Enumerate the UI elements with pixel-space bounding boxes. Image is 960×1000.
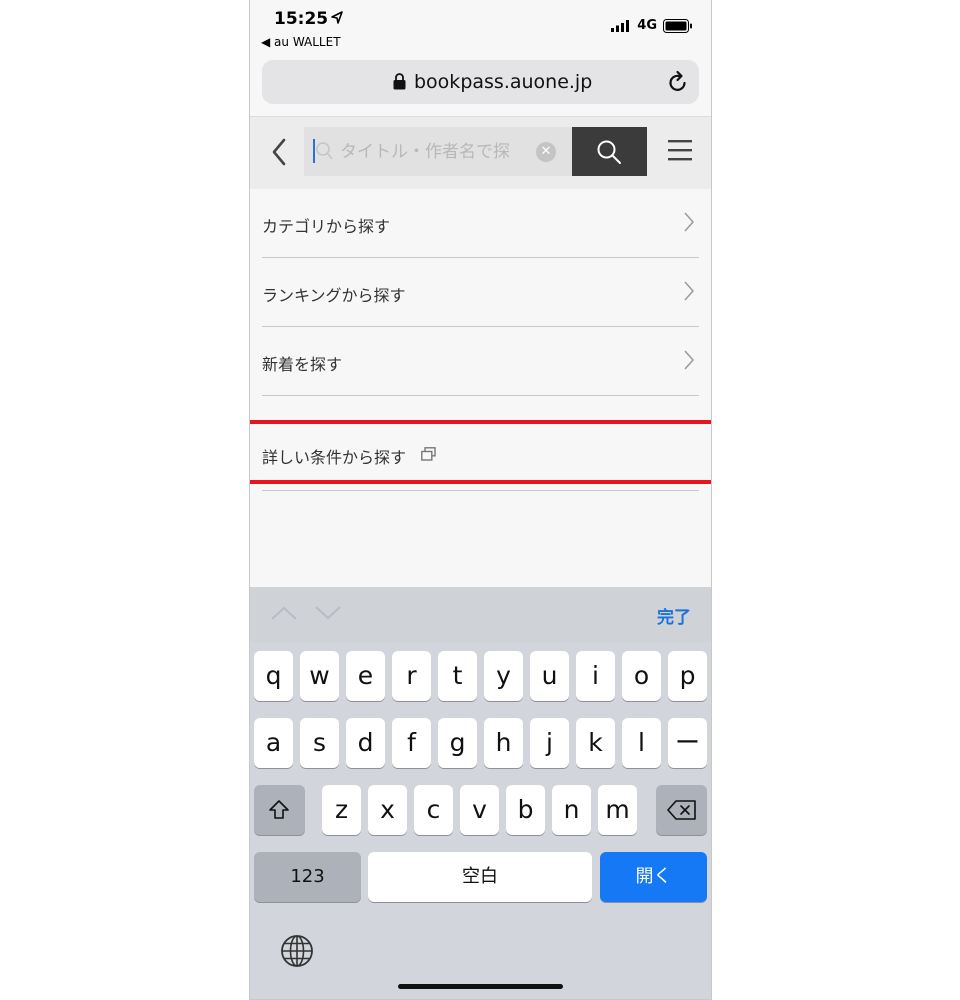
- key-r[interactable]: r: [392, 651, 431, 701]
- key-e[interactable]: e: [346, 651, 385, 701]
- advanced-search-section: 詳しい条件から探す: [250, 420, 711, 491]
- search-icon: [597, 140, 621, 164]
- key-o[interactable]: o: [622, 651, 661, 701]
- key-b[interactable]: b: [506, 785, 545, 835]
- delete-key[interactable]: [656, 785, 707, 835]
- network-label: 4G: [637, 18, 657, 33]
- key-u[interactable]: u: [530, 651, 569, 701]
- search-input[interactable]: [340, 139, 540, 165]
- key-a[interactable]: a: [254, 718, 293, 768]
- chevron-right-icon: [684, 350, 695, 370]
- key-l[interactable]: l: [622, 718, 661, 768]
- hamburger-menu-icon[interactable]: [668, 139, 692, 161]
- key-d[interactable]: d: [346, 718, 385, 768]
- backspace-icon: [667, 800, 696, 820]
- key-x[interactable]: x: [368, 785, 407, 835]
- menu-item-category[interactable]: カテゴリから探す: [262, 189, 699, 258]
- key-k[interactable]: k: [576, 718, 615, 768]
- key-t[interactable]: t: [438, 651, 477, 701]
- search-field-icon: [316, 142, 333, 160]
- key-s[interactable]: s: [300, 718, 339, 768]
- key-c[interactable]: c: [414, 785, 453, 835]
- shift-icon: [269, 800, 289, 819]
- reload-icon[interactable]: [667, 70, 689, 94]
- url-text: bookpass.auone.jp: [414, 71, 593, 93]
- status-indicators: 4G: [611, 18, 693, 33]
- search-box[interactable]: ✕: [304, 127, 574, 176]
- location-arrow-icon: [331, 11, 343, 24]
- clear-search-button[interactable]: ✕: [536, 142, 556, 162]
- menu-item-label: カテゴリから探す: [262, 217, 391, 236]
- lock-icon: [393, 73, 406, 90]
- back-to-app-link[interactable]: ◀ au WALLET: [261, 35, 341, 49]
- go-key[interactable]: 開く: [600, 852, 707, 902]
- phone-screen: 15:25 ◀ au WALLET 4G bookpass.auone.jp タ…: [249, 0, 712, 1000]
- key-z[interactable]: z: [322, 785, 361, 835]
- advanced-search-label: 詳しい条件から探す: [262, 448, 407, 467]
- key-j[interactable]: j: [530, 718, 569, 768]
- chevron-right-icon: [684, 281, 695, 301]
- done-button[interactable]: 完了: [657, 603, 691, 628]
- space-key[interactable]: 空白: [368, 852, 592, 902]
- key-m[interactable]: m: [598, 785, 637, 835]
- keyboard: q w e r t y u i o p a s d f g h j k l ー …: [250, 642, 711, 999]
- key-h[interactable]: h: [484, 718, 523, 768]
- chevron-up-icon[interactable]: [270, 605, 298, 621]
- battery-icon: [663, 18, 692, 33]
- key-f[interactable]: f: [392, 718, 431, 768]
- address-bar[interactable]: bookpass.auone.jp: [262, 60, 699, 104]
- shift-key[interactable]: [254, 785, 305, 835]
- site-header: ✕: [250, 117, 711, 189]
- chevron-down-icon[interactable]: [314, 605, 342, 621]
- menu-item-advanced-search[interactable]: 詳しい条件から探す: [250, 420, 711, 491]
- home-indicator: [398, 984, 563, 989]
- back-arrow-icon[interactable]: [270, 137, 288, 167]
- key-g[interactable]: g: [438, 718, 477, 768]
- key-y[interactable]: y: [484, 651, 523, 701]
- key-v[interactable]: v: [460, 785, 499, 835]
- status-time: 15:25: [274, 9, 329, 29]
- chevron-right-icon: [684, 212, 695, 232]
- key-p[interactable]: p: [668, 651, 707, 701]
- numbers-key[interactable]: 123: [254, 852, 361, 902]
- external-window-icon: [421, 447, 436, 461]
- key-q[interactable]: q: [254, 651, 293, 701]
- keyboard-accessory-bar: 完了: [250, 587, 711, 642]
- menu-item-label: 新着を探す: [262, 355, 343, 374]
- key-w[interactable]: w: [300, 651, 339, 701]
- search-button[interactable]: [572, 127, 647, 176]
- menu-item-label: ランキングから探す: [262, 286, 406, 305]
- globe-icon[interactable]: [280, 934, 314, 968]
- menu-item-new-arrivals[interactable]: 新着を探す: [262, 327, 699, 396]
- key-n[interactable]: n: [552, 785, 591, 835]
- key-long-vowel[interactable]: ー: [668, 718, 707, 768]
- menu-item-ranking[interactable]: ランキングから探す: [262, 258, 699, 327]
- key-i[interactable]: i: [576, 651, 615, 701]
- signal-icon: [611, 19, 630, 32]
- browse-menu: カテゴリから探す ランキングから探す 新着を探す: [250, 189, 711, 396]
